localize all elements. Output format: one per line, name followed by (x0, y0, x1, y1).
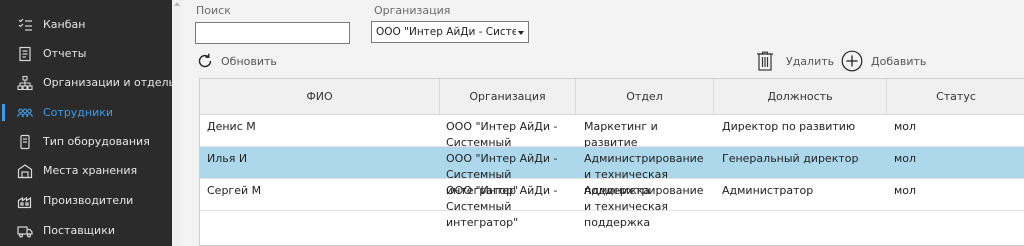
chevron-down-icon (518, 31, 524, 35)
column-header-position[interactable]: Должность (714, 79, 887, 115)
refresh-button[interactable]: Обновить (196, 51, 277, 71)
sidebar-item-label: Тип оборудования (43, 135, 150, 148)
column-header-department[interactable]: Отдел (576, 79, 714, 115)
sidebar-item-label: Места хранения (43, 164, 138, 177)
add-circle-icon (841, 50, 863, 72)
organization-label: Организация (374, 4, 451, 17)
column-header-organization[interactable]: Организация (440, 79, 576, 115)
sidebar-item-reports[interactable]: Отчеты (0, 39, 172, 68)
organization-select[interactable]: ООО "Интер АйДи - Системный интегратор" (371, 21, 529, 43)
add-button[interactable]: Добавить (841, 50, 927, 72)
cell-position: Директор по развитию (722, 120, 856, 133)
sidebar-item-storage[interactable]: Места хранения (0, 156, 172, 185)
sidebar-item-kanban[interactable]: Канбан (0, 10, 172, 39)
delete-button[interactable]: Удалить (756, 51, 834, 71)
suppliers-icon (17, 226, 33, 238)
cell-status: мол (894, 120, 917, 133)
search-label: Поиск (196, 4, 231, 17)
sidebar-item-label: Производители (43, 194, 134, 207)
cell-status: мол (894, 184, 917, 197)
refresh-icon (198, 53, 212, 68)
table-row[interactable]: Илья И ООО "Интер АйДи - Системный интег… (200, 147, 1024, 197)
scroll-up-arrow-icon[interactable] (174, 2, 180, 6)
sidebar: Канбан Отчеты Организации и отделы Сотру… (0, 0, 177, 246)
sidebar-item-employees[interactable]: Сотрудники (0, 98, 172, 127)
sidebar-item-label: Сотрудники (43, 106, 114, 119)
sidebar-item-manufacturers[interactable]: Производители (0, 186, 172, 215)
sidebar-item-label: Организации и отделы (43, 76, 178, 89)
sidebar-item-suppliers[interactable]: Поставщики (0, 216, 172, 245)
table-row[interactable]: Денис М ООО "Интер АйДи - Системный инте… (200, 115, 1024, 165)
sidebar-item-label: Отчеты (43, 47, 87, 60)
delete-label: Удалить (786, 54, 835, 68)
column-header-fio[interactable]: ФИО (200, 79, 440, 115)
org-structure-icon (17, 75, 33, 91)
search-input[interactable] (195, 22, 350, 44)
trash-icon (757, 51, 773, 71)
column-header-status[interactable]: Статус (887, 79, 1024, 115)
grid-header: ФИО Организация Отдел Должность Статус (200, 79, 1024, 115)
cell-status: мол (894, 152, 917, 165)
cell-organization: ООО "Интер АйДи - Системный интегратор" (446, 184, 558, 229)
cell-fio: Денис М (207, 120, 256, 133)
sidebar-item-organizations[interactable]: Организации и отделы (0, 68, 177, 97)
equipment-type-icon (20, 134, 30, 150)
cell-position: Администратор (722, 184, 814, 197)
sidebar-item-label: Поставщики (43, 224, 115, 237)
refresh-label: Обновить (221, 54, 277, 68)
cell-fio: Сергей М (207, 184, 262, 197)
kanban-icon (18, 18, 32, 31)
reports-icon (19, 46, 31, 62)
add-label: Добавить (871, 54, 927, 68)
storage-icon (17, 164, 33, 179)
cell-position: Генеральный директор (722, 152, 859, 165)
sidebar-item-label: Канбан (43, 18, 86, 31)
manufacturers-icon (17, 196, 32, 209)
organization-select-value: ООО "Интер АйДи - Системный интегратор" (376, 26, 516, 38)
cell-fio: Илья И (207, 152, 248, 165)
employees-icon (17, 108, 33, 118)
table-row[interactable]: Сергей М ООО "Интер АйДи - Системный инт… (200, 179, 1024, 229)
sidebar-scrollbar[interactable] (172, 0, 182, 246)
cell-department: Администрирование и техническая поддержк… (584, 184, 704, 229)
employees-grid: ФИО Организация Отдел Должность Статус Д… (199, 78, 1024, 246)
sidebar-item-equipment-type[interactable]: Тип оборудования (0, 127, 172, 156)
